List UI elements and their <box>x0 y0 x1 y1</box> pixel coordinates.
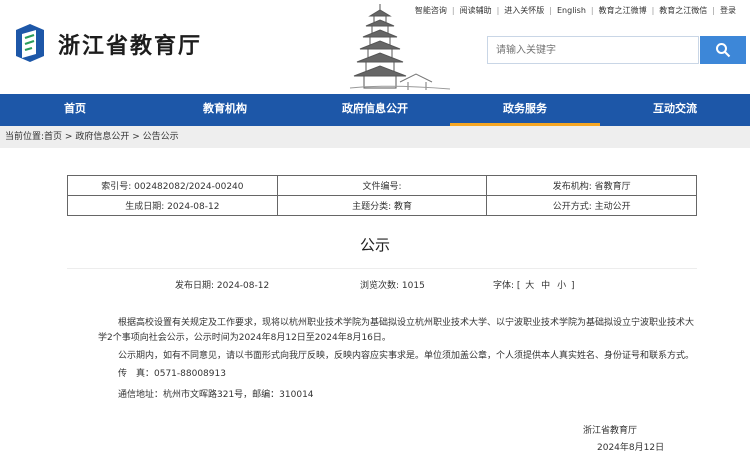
breadcrumb-announcements[interactable]: 公告公示 <box>143 132 179 142</box>
font-size-small-link[interactable]: 小 <box>557 281 566 291</box>
header: 浙江省教育厅 智能咨询 | 阅读辅助 | 进入关怀版 | English | 教育之江微… <box>0 0 750 94</box>
nav-home[interactable]: 首页 <box>0 94 150 126</box>
breadcrumb: 当前位置:首页 > 政府信息公开 > 公告公示 <box>0 126 750 148</box>
nav-gov-info[interactable]: 政府信息公开 <box>300 94 450 126</box>
search-button[interactable] <box>700 36 746 64</box>
meta-disclosure-method: 公开方式: 主动公开 <box>486 195 697 216</box>
meta-publisher: 发布机构: 省教育厅 <box>486 175 697 196</box>
site-title[interactable]: 浙江省教育厅 <box>58 28 202 60</box>
breadcrumb-sep: > <box>129 132 143 142</box>
article-title: 公示 <box>359 236 390 254</box>
view-count: 浏览次数: 1015 <box>360 281 425 291</box>
nav-institutions[interactable]: 教育机构 <box>150 94 300 126</box>
meta-topic: 主题分类: 教育 <box>276 195 488 216</box>
title-divider <box>67 268 697 269</box>
breadcrumb-gov-info[interactable]: 政府信息公开 <box>75 132 129 142</box>
divider: | <box>712 6 715 15</box>
toplink-english[interactable]: English <box>557 6 586 15</box>
article-body: 根据高校设置有关规定及工作要求，现将以杭州职业技术学院为基础拟设立杭州职业技术大… <box>98 316 698 409</box>
breadcrumb-sep: > <box>62 132 76 142</box>
signature-date: 2024年8月12日 <box>597 443 665 453</box>
toplink-smart-consult[interactable]: 智能咨询 <box>415 5 447 16</box>
paragraph-announcement: 根据高校设置有关规定及工作要求，现将以杭州职业技术学院为基础拟设立杭州职业技术大… <box>98 318 695 343</box>
toplink-login[interactable]: 登录 <box>720 5 736 16</box>
divider: | <box>590 6 594 15</box>
toplink-care-version[interactable]: 进入关怀版 <box>504 5 544 16</box>
main-nav: 首页 教育机构 政府信息公开 政务服务 互动交流 <box>0 94 750 126</box>
font-size-label: 字体: [ <box>493 281 521 291</box>
meta-document-number: 文件编号: <box>276 175 488 196</box>
font-size-close: ] <box>570 281 575 291</box>
font-size-large-link[interactable]: 大 <box>525 281 534 291</box>
nav-gov-services[interactable]: 政务服务 <box>450 94 600 126</box>
table-row: 索引号: 002482082/2024-00240 文件编号: 发布机构: 省教… <box>67 175 697 196</box>
site-logo-icon[interactable] <box>10 22 50 64</box>
publish-date: 发布日期: 2024-08-12 <box>175 281 270 291</box>
toplink-weibo[interactable]: 教育之江微博 <box>599 5 647 16</box>
paragraph-feedback: 公示期内，如有不同意见，请以书面形式向我厅反映，反映内容应实事求是。单位须加盖公… <box>118 351 695 361</box>
top-links: 智能咨询 | 阅读辅助 | 进入关怀版 | English | 教育之江微博 | 教育之江… <box>415 5 736 16</box>
breadcrumb-prefix: 当前位置: <box>5 132 45 142</box>
contact-fax: 传 真：0571-88008913 <box>118 369 226 379</box>
meta-index-number: 索引号: 002482082/2024-00240 <box>67 175 278 196</box>
font-size-medium-link[interactable]: 中 <box>541 281 550 291</box>
divider: | <box>496 6 500 15</box>
contact-address: 通信地址：杭州市文晖路321号，邮编：310014 <box>118 390 314 400</box>
document-meta-table: 索引号: 002482082/2024-00240 文件编号: 发布机构: 省教… <box>67 175 697 216</box>
divider: | <box>549 6 552 15</box>
table-row: 生成日期: 2024-08-12 主题分类: 教育 公开方式: 主动公开 <box>67 195 697 216</box>
toplink-wechat[interactable]: 教育之江微信 <box>659 5 707 16</box>
signature-org: 浙江省教育厅 <box>583 426 638 436</box>
toplink-reading-aid[interactable]: 阅读辅助 <box>460 5 492 16</box>
breadcrumb-home[interactable]: 首页 <box>44 132 62 142</box>
meta-created-date: 生成日期: 2024-08-12 <box>67 195 278 216</box>
divider: | <box>451 6 455 15</box>
nav-interaction[interactable]: 互动交流 <box>600 94 750 126</box>
search-icon <box>716 43 731 58</box>
search-input[interactable] <box>487 36 699 64</box>
divider: | <box>651 6 655 15</box>
font-size-switcher: 字体: [ 大 中 小 ] <box>493 278 574 291</box>
